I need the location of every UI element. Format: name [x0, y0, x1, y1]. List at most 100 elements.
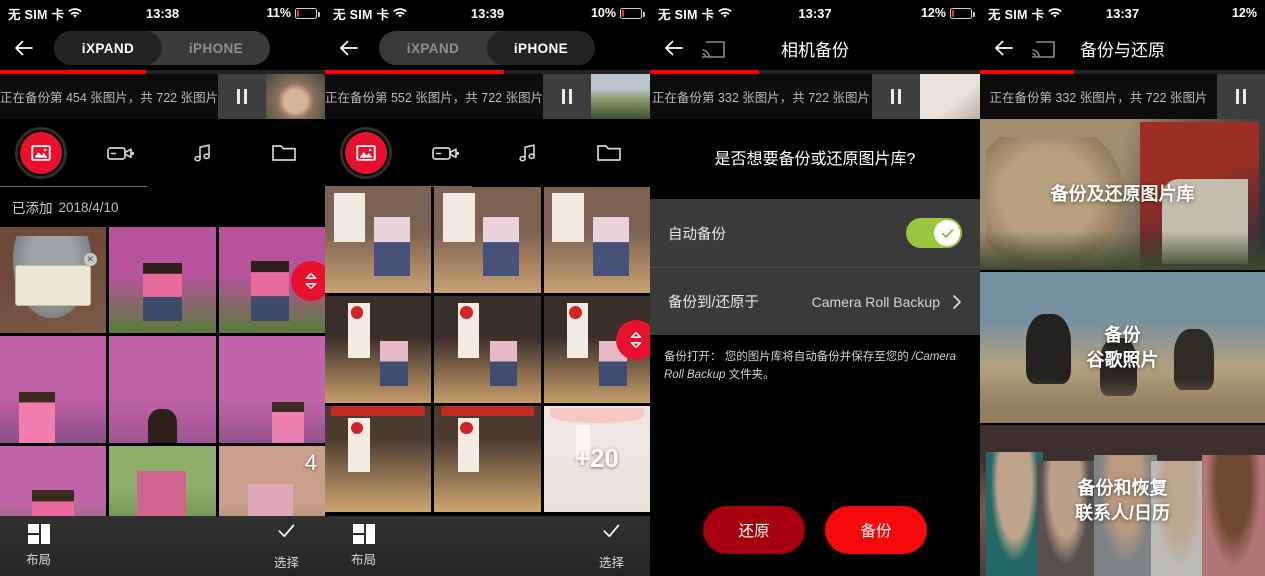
pause-button[interactable] [543, 74, 591, 119]
carrier-label: 无 SIM 卡 [8, 7, 65, 22]
progress-label: 正在备份第 332 张图片，共 722 张图片 [989, 91, 1208, 105]
backup-button[interactable]: 备份 [825, 506, 927, 554]
folder-icon [596, 142, 622, 164]
photo-cell[interactable]: ✕ [0, 227, 107, 334]
layout-label: 布局 [351, 553, 377, 567]
photo-cell[interactable] [543, 187, 650, 294]
pause-button[interactable] [218, 74, 266, 119]
photo-cell[interactable] [434, 405, 541, 513]
backup-progress-strip: 正在备份第 332 张图片，共 722 张图片 [650, 70, 980, 119]
media-tab-videos[interactable] [81, 141, 162, 165]
media-tab-photos[interactable] [0, 127, 81, 179]
back-arrow-icon[interactable] [337, 36, 361, 60]
layout-button[interactable]: 布局 [26, 524, 51, 568]
back-arrow-icon[interactable] [12, 36, 36, 60]
status-bar: 无 SIM 卡 13:38 11% [0, 0, 325, 26]
card-backup-google-photos[interactable]: 备份 谷歌照片 [980, 272, 1265, 425]
setting-row-backup-destination[interactable]: 备份到/还原于 Camera Roll Backup [650, 267, 980, 335]
help-body-2: 文件夹。 [725, 368, 775, 381]
pause-button[interactable] [872, 74, 920, 119]
scrubber-chevrons-icon [630, 331, 642, 349]
media-tab-videos[interactable] [406, 141, 487, 165]
nav-bar: iXPAND iPHONE [325, 26, 650, 70]
media-tab-music[interactable] [163, 141, 244, 165]
card-title: 备份和恢复 联系人/日历 [980, 425, 1265, 576]
photo-cell[interactable] [218, 336, 325, 443]
auto-backup-toggle[interactable] [906, 218, 962, 248]
photo-cell[interactable] [109, 336, 216, 443]
scroll-scrubber-handle[interactable] [616, 320, 650, 360]
progress-label: 正在备份第 552 张图片，共 722 张图片 [325, 91, 544, 105]
status-left: 无 SIM 卡 [658, 4, 733, 23]
video-icon [430, 141, 464, 165]
carrier-label: 无 SIM 卡 [988, 7, 1045, 22]
setting-row-auto-backup[interactable]: 自动备份 [650, 199, 980, 267]
tab-ixpand[interactable]: iXPAND [54, 31, 162, 65]
backup-progress-strip: 正在备份第 332 张图片，共 722 张图片 [980, 70, 1265, 119]
media-type-tabs [325, 119, 650, 187]
feature-card-list: 备份及还原图片库 备份 谷歌照片 备份和恢复 联系人/日历 [980, 119, 1265, 576]
tab-iphone[interactable]: iPHONE [487, 31, 595, 65]
media-tab-photos[interactable] [325, 127, 406, 179]
nav-bar: iXPAND iPHONE [0, 26, 325, 70]
cast-icon[interactable] [1030, 37, 1056, 59]
bottom-toolbar: 布局 选择 [325, 516, 650, 576]
action-buttons: 还原 备份 [650, 506, 980, 554]
help-body-1: 您的图片库将自动备份并保存至您的 [721, 351, 912, 363]
screen-camera-backup-settings: 无 SIM 卡 13:37 12% 相机备份 正在备份第 332 张图片，共 7… [650, 0, 980, 576]
photo-cell[interactable] [434, 187, 541, 294]
progress-label: 正在备份第 454 张图片，共 722 张图片 [0, 91, 219, 105]
tab-ixpand[interactable]: iXPAND [379, 31, 487, 65]
current-photo-thumbnail [265, 74, 325, 119]
backup-help-text: 备份打开： 您的图片库将自动备份并保存至您的 /Camera Roll Back… [650, 335, 980, 385]
card-backup-restore-contacts[interactable]: 备份和恢复 联系人/日历 [980, 425, 1265, 576]
photo-cell[interactable] [0, 336, 107, 443]
section-date: 2018/4/10 [58, 199, 119, 215]
screenshot-strip: 无 SIM 卡 13:38 11% iXPAND iPHONE 正在备份第 45… [0, 0, 1265, 576]
wifi-icon [1048, 7, 1063, 19]
pause-button[interactable] [1217, 74, 1265, 119]
card-backup-restore-photos[interactable]: 备份及还原图片库 [980, 119, 1265, 272]
select-button[interactable]: 选择 [274, 522, 299, 571]
status-bar: 无 SIM 卡 13:37 12% [980, 0, 1265, 26]
card-title-line2: 谷歌照片 [1086, 349, 1159, 370]
source-segmented-control[interactable]: iXPAND iPHONE [379, 31, 595, 65]
photo-cell[interactable] [325, 187, 432, 294]
photo-cell[interactable] [325, 405, 432, 513]
nav-bar: 相机备份 [650, 26, 980, 70]
chevron-right-icon [952, 294, 962, 310]
media-tab-folders[interactable] [244, 142, 325, 164]
source-segmented-control[interactable]: iXPAND iPHONE [54, 31, 270, 65]
status-left: 无 SIM 卡 [333, 4, 408, 23]
tab-iphone[interactable]: iPHONE [162, 31, 270, 65]
battery-icon [950, 7, 975, 19]
restore-button[interactable]: 还原 [703, 506, 805, 554]
current-photo-thumbnail [920, 74, 980, 119]
scrubber-chevrons-icon [305, 272, 317, 290]
progress-track [325, 70, 650, 74]
photo-icon [344, 132, 387, 174]
photo-cell[interactable] [325, 296, 432, 403]
progress-fill [650, 70, 759, 74]
scroll-scrubber-handle[interactable] [291, 261, 325, 301]
layout-button[interactable]: 布局 [351, 524, 376, 568]
photo-cell[interactable] [109, 227, 216, 334]
photo-cell[interactable]: +20 [543, 405, 650, 513]
check-icon [941, 228, 953, 238]
progress-track [980, 70, 1265, 74]
photo-cell[interactable] [434, 296, 541, 403]
photo-grid: +20 [325, 187, 650, 513]
more-photos-badge[interactable]: +20 [543, 405, 650, 513]
photo-count-badge: 4 [304, 449, 317, 475]
media-tab-music[interactable] [488, 141, 569, 165]
wifi-icon [393, 7, 408, 19]
media-tab-folders[interactable] [569, 142, 650, 164]
pause-icon [1235, 89, 1247, 104]
back-arrow-icon[interactable] [992, 36, 1016, 60]
current-photo-thumbnail [590, 74, 650, 119]
progress-track [0, 70, 325, 74]
cast-icon[interactable] [700, 37, 726, 59]
back-arrow-icon[interactable] [662, 36, 686, 60]
select-button[interactable]: 选择 [599, 522, 624, 571]
backup-destination-value: Camera Roll Backup [811, 293, 940, 310]
